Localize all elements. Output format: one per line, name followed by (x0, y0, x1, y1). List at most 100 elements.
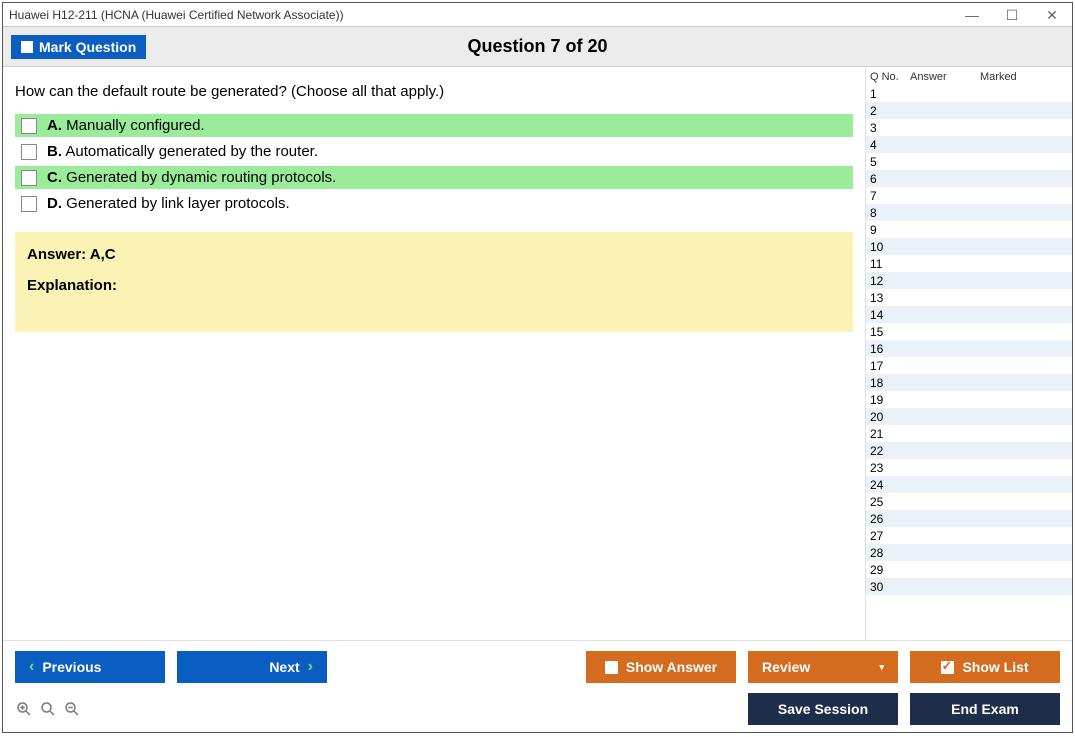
list-row[interactable]: 22 (866, 442, 1072, 459)
next-button[interactable]: Next › (177, 651, 327, 683)
list-header: Q No. Answer Marked (866, 67, 1072, 85)
checkbox-checked-icon (941, 661, 954, 674)
option-letter: A. (47, 117, 62, 134)
row-qno: 21 (870, 427, 910, 441)
explanation-label: Explanation: (27, 277, 841, 294)
row-qno: 26 (870, 512, 910, 526)
row-qno: 15 (870, 325, 910, 339)
close-button[interactable]: ✕ (1032, 3, 1072, 27)
zoom-reset-button[interactable] (39, 700, 57, 718)
list-row[interactable]: 18 (866, 374, 1072, 391)
checkbox-icon (605, 661, 618, 674)
col-qno: Q No. (870, 71, 910, 83)
list-row[interactable]: 11 (866, 255, 1072, 272)
row-qno: 12 (870, 274, 910, 288)
row-qno: 18 (870, 376, 910, 390)
review-button[interactable]: Review ▾ (748, 651, 898, 683)
list-row[interactable]: 5 (866, 153, 1072, 170)
list-row[interactable]: 9 (866, 221, 1072, 238)
option-text: Manually configured. (66, 117, 204, 134)
list-row[interactable]: 16 (866, 340, 1072, 357)
mark-question-button[interactable]: Mark Question (11, 35, 146, 59)
row-qno: 29 (870, 563, 910, 577)
question-heading: Question 7 of 20 (3, 36, 1072, 57)
list-row[interactable]: 13 (866, 289, 1072, 306)
checkbox-icon[interactable] (21, 196, 37, 212)
window-title: Huawei H12-211 (HCNA (Huawei Certified N… (9, 8, 344, 22)
row-qno: 1 (870, 87, 910, 101)
caret-down-icon: ▾ (879, 662, 884, 673)
question-pane: How can the default route be generated? … (3, 67, 865, 640)
option-letter: C. (47, 169, 62, 186)
show-list-label: Show List (962, 659, 1028, 675)
end-exam-button[interactable]: End Exam (910, 693, 1060, 725)
list-row[interactable]: 8 (866, 204, 1072, 221)
list-row[interactable]: 7 (866, 187, 1072, 204)
row-qno: 16 (870, 342, 910, 356)
row-qno: 13 (870, 291, 910, 305)
previous-button[interactable]: ‹ Previous (15, 651, 165, 683)
list-row[interactable]: 4 (866, 136, 1072, 153)
list-row[interactable]: 12 (866, 272, 1072, 289)
show-answer-button[interactable]: Show Answer (586, 651, 736, 683)
zoom-controls (15, 700, 81, 718)
toolbar: Mark Question Question 7 of 20 (3, 27, 1072, 67)
minimize-button[interactable]: ― (952, 3, 992, 27)
row-qno: 6 (870, 172, 910, 186)
show-list-button[interactable]: Show List (910, 651, 1060, 683)
row-qno: 3 (870, 121, 910, 135)
list-row[interactable]: 23 (866, 459, 1072, 476)
list-rows[interactable]: 1234567891011121314151617181920212223242… (866, 85, 1072, 640)
answer-label: Answer: A,C (27, 246, 841, 263)
row-qno: 27 (870, 529, 910, 543)
maximize-button[interactable]: ☐ (992, 3, 1032, 27)
list-row[interactable]: 27 (866, 527, 1072, 544)
list-row[interactable]: 1 (866, 85, 1072, 102)
list-row[interactable]: 21 (866, 425, 1072, 442)
checkbox-icon[interactable] (21, 144, 37, 160)
list-row[interactable]: 17 (866, 357, 1072, 374)
list-row[interactable]: 15 (866, 323, 1072, 340)
row-qno: 20 (870, 410, 910, 424)
list-row[interactable]: 10 (866, 238, 1072, 255)
row-qno: 23 (870, 461, 910, 475)
option-a[interactable]: A. Manually configured. (15, 114, 853, 137)
row-qno: 4 (870, 138, 910, 152)
option-d[interactable]: D. Generated by link layer protocols. (15, 192, 853, 215)
row-qno: 14 (870, 308, 910, 322)
list-row[interactable]: 3 (866, 119, 1072, 136)
list-row[interactable]: 14 (866, 306, 1072, 323)
zoom-out-button[interactable] (63, 700, 81, 718)
checkbox-icon[interactable] (21, 118, 37, 134)
row-qno: 9 (870, 223, 910, 237)
list-row[interactable]: 20 (866, 408, 1072, 425)
list-row[interactable]: 24 (866, 476, 1072, 493)
option-text: Generated by link layer protocols. (66, 195, 289, 212)
row-qno: 17 (870, 359, 910, 373)
option-b[interactable]: B. Automatically generated by the router… (15, 140, 853, 163)
option-c[interactable]: C. Generated by dynamic routing protocol… (15, 166, 853, 189)
checkbox-icon[interactable] (21, 170, 37, 186)
row-qno: 2 (870, 104, 910, 118)
col-marked: Marked (980, 71, 1068, 83)
list-row[interactable]: 26 (866, 510, 1072, 527)
zoom-in-button[interactable] (15, 700, 33, 718)
list-row[interactable]: 25 (866, 493, 1072, 510)
list-row[interactable]: 6 (866, 170, 1072, 187)
save-session-button[interactable]: Save Session (748, 693, 898, 725)
list-row[interactable]: 2 (866, 102, 1072, 119)
question-list-panel: Q No. Answer Marked 12345678910111213141… (865, 67, 1072, 640)
chevron-left-icon: ‹ (29, 658, 34, 676)
save-session-label: Save Session (778, 701, 868, 717)
window-controls: ― ☐ ✕ (952, 3, 1072, 27)
list-row[interactable]: 29 (866, 561, 1072, 578)
list-row[interactable]: 28 (866, 544, 1072, 561)
list-row[interactable]: 30 (866, 578, 1072, 595)
checkbox-icon (21, 41, 33, 53)
row-qno: 5 (870, 155, 910, 169)
list-row[interactable]: 19 (866, 391, 1072, 408)
option-letter: B. (47, 143, 62, 160)
answer-panel: Answer: A,C Explanation: (15, 232, 853, 332)
row-qno: 19 (870, 393, 910, 407)
row-qno: 8 (870, 206, 910, 220)
